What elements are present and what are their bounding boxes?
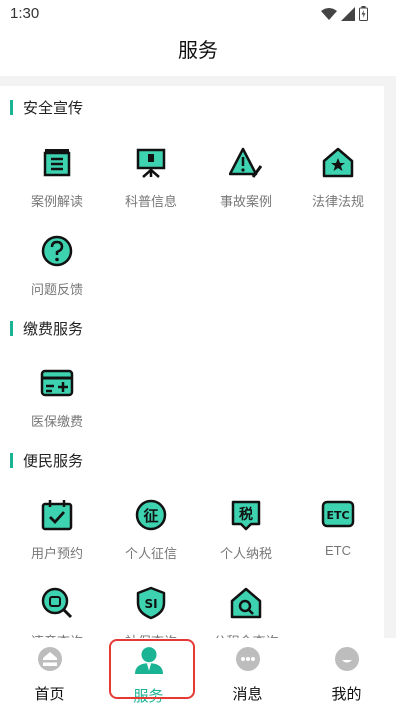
tab-label: 消息 (232, 686, 263, 703)
service-accident-cases[interactable]: 事故案例 (198, 146, 294, 216)
house-search-icon (230, 587, 262, 619)
section-accent-bar (10, 452, 13, 468)
profile-icon (334, 647, 359, 671)
message-dots-icon (235, 647, 260, 671)
status-time: 1:30 (10, 5, 40, 22)
presentation-board-icon (136, 148, 166, 178)
service-personal-credit[interactable]: 征 个人征信 (103, 498, 199, 568)
service-label: 事故案例 (219, 194, 272, 209)
section-accent-bar (10, 320, 13, 336)
header: 服务 (0, 28, 396, 76)
service-user-appointment[interactable]: 用户预约 (9, 498, 105, 568)
service-feedback[interactable]: 问题反馈 (9, 234, 105, 304)
document-list-icon (43, 149, 71, 177)
tab-label: 我的 (331, 686, 362, 703)
tab-home[interactable]: 首页 (0, 638, 99, 704)
section-title-text: 安全宣传 (23, 99, 84, 117)
section-title-convenience: 便民服务 (10, 451, 84, 470)
tab-profile[interactable]: 我的 (297, 638, 396, 704)
page-title: 服务 (178, 40, 218, 62)
question-circle-icon (41, 235, 73, 267)
svg-text:SI: SI (144, 597, 157, 611)
service-label: 法律法规 (311, 194, 364, 209)
house-star-icon (322, 147, 354, 178)
violation-search-icon (41, 587, 73, 619)
service-medical-payment[interactable]: 医保缴费 (9, 366, 105, 436)
social-security-shield-icon: SI (136, 586, 166, 620)
service-personal-tax[interactable]: 税 个人纳税 (198, 498, 294, 568)
service-case-interpretation[interactable]: 案例解读 (9, 146, 105, 216)
battery-icon (359, 6, 368, 21)
wifi-icon (321, 7, 337, 20)
service-label: 个人纳税 (219, 546, 272, 561)
service-etc[interactable]: ETC ETC (290, 498, 384, 568)
section-accent-bar (10, 99, 13, 115)
bottom-tab-bar: 首页 服务 消息 我的 (0, 638, 396, 704)
etc-icon: ETC (321, 500, 355, 528)
section-title-payment: 缴费服务 (10, 319, 84, 338)
service-label: 科普信息 (124, 194, 177, 209)
card-plus-icon (40, 369, 74, 397)
service-science-info[interactable]: 科普信息 (103, 146, 199, 216)
section-title-text: 便民服务 (23, 452, 84, 470)
credit-circle-icon: 征 (135, 499, 167, 531)
service-label: 医保缴费 (30, 414, 83, 429)
service-violation-query[interactable]: 违章查询 (9, 586, 105, 646)
tax-seal-icon: 税 (231, 500, 261, 531)
service-label: 用户预约 (30, 546, 83, 561)
service-housing-fund-query[interactable]: 公积金查询 (198, 586, 294, 646)
calendar-check-icon (41, 500, 73, 531)
service-label: 案例解读 (30, 194, 83, 209)
active-tab-highlight-box (109, 639, 195, 699)
service-label: ETC (325, 543, 351, 558)
svg-text:ETC: ETC (326, 509, 349, 522)
home-icon (37, 647, 62, 671)
service-laws-regulations[interactable]: 法律法规 (290, 146, 384, 216)
services-card: 安全宣传 案例解读 科普信息 事故案例 法律法规 问题反馈 缴费服务 医保缴费 … (0, 86, 384, 646)
warning-pen-icon (228, 147, 263, 178)
section-title-text: 缴费服务 (23, 320, 84, 338)
service-social-security-query[interactable]: SI 社保查询 (103, 586, 199, 646)
svg-text:征: 征 (143, 507, 158, 525)
tab-messages[interactable]: 消息 (198, 638, 297, 704)
svg-text:税: 税 (239, 506, 253, 523)
service-label: 问题反馈 (30, 282, 83, 297)
tab-label: 首页 (34, 686, 65, 703)
signal-icon (341, 6, 355, 21)
service-label: 个人征信 (124, 546, 177, 561)
status-icons (321, 6, 368, 21)
section-title-safety: 安全宣传 (10, 98, 84, 117)
status-bar: 1:30 (0, 0, 396, 28)
